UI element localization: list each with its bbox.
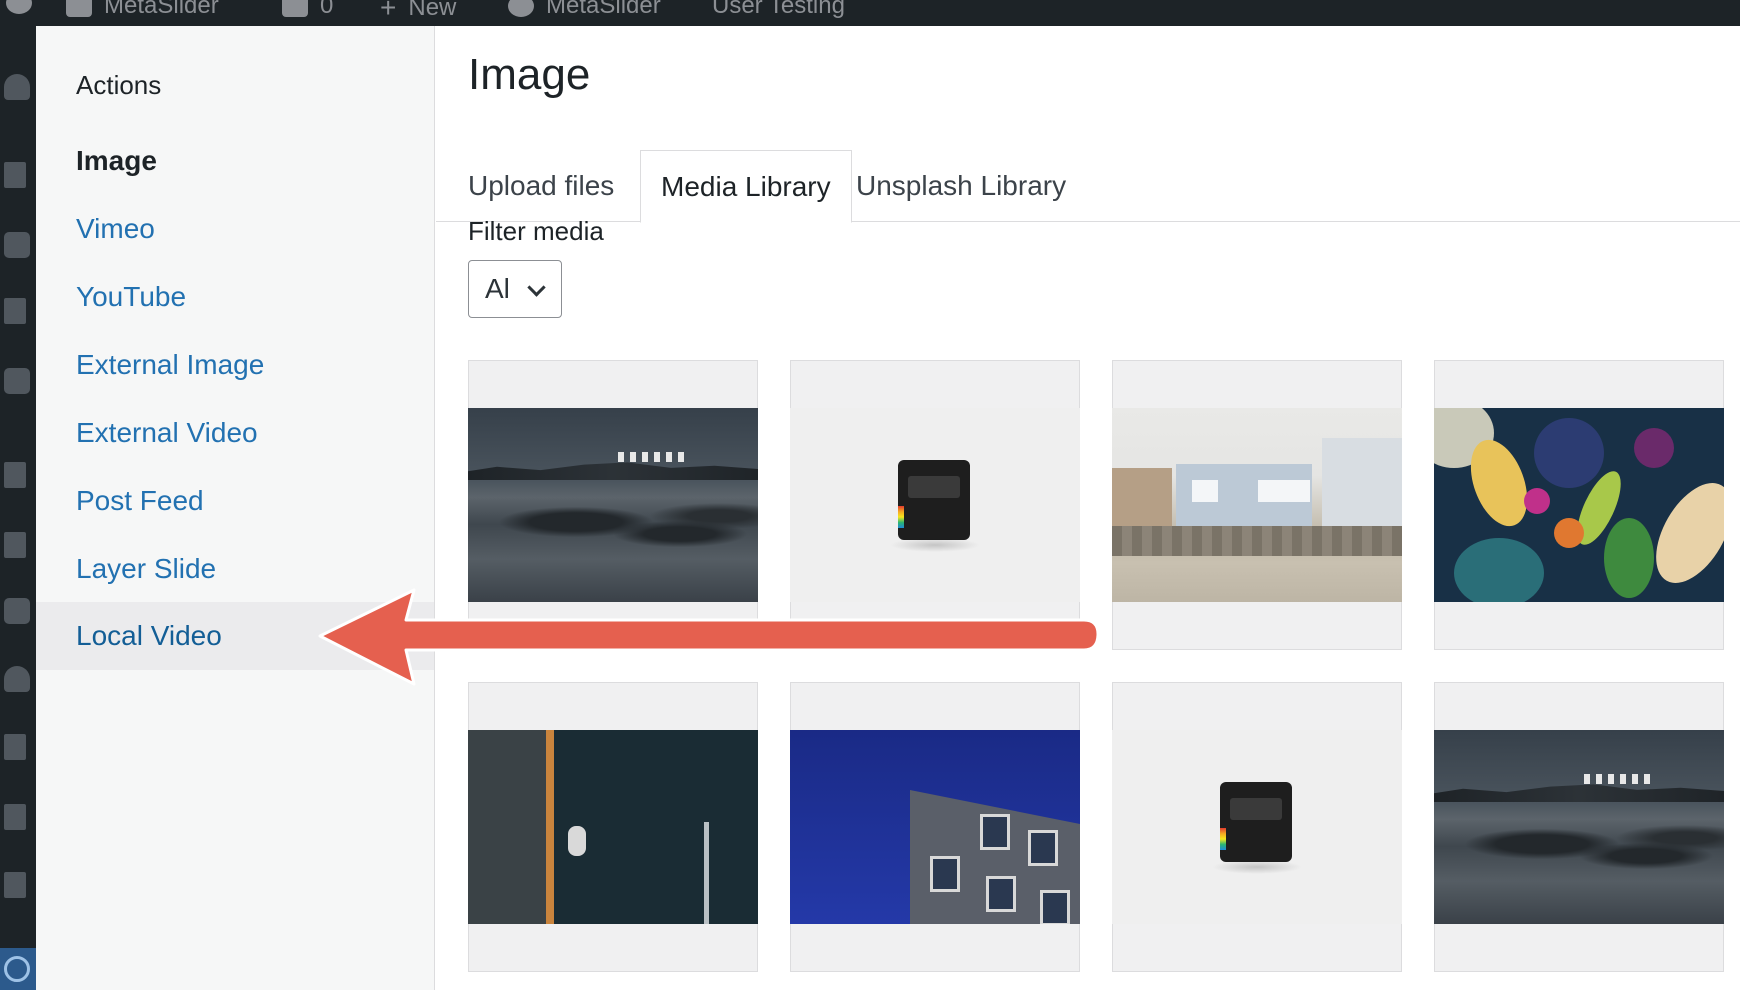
annotation-arrow-icon	[318, 588, 1100, 686]
